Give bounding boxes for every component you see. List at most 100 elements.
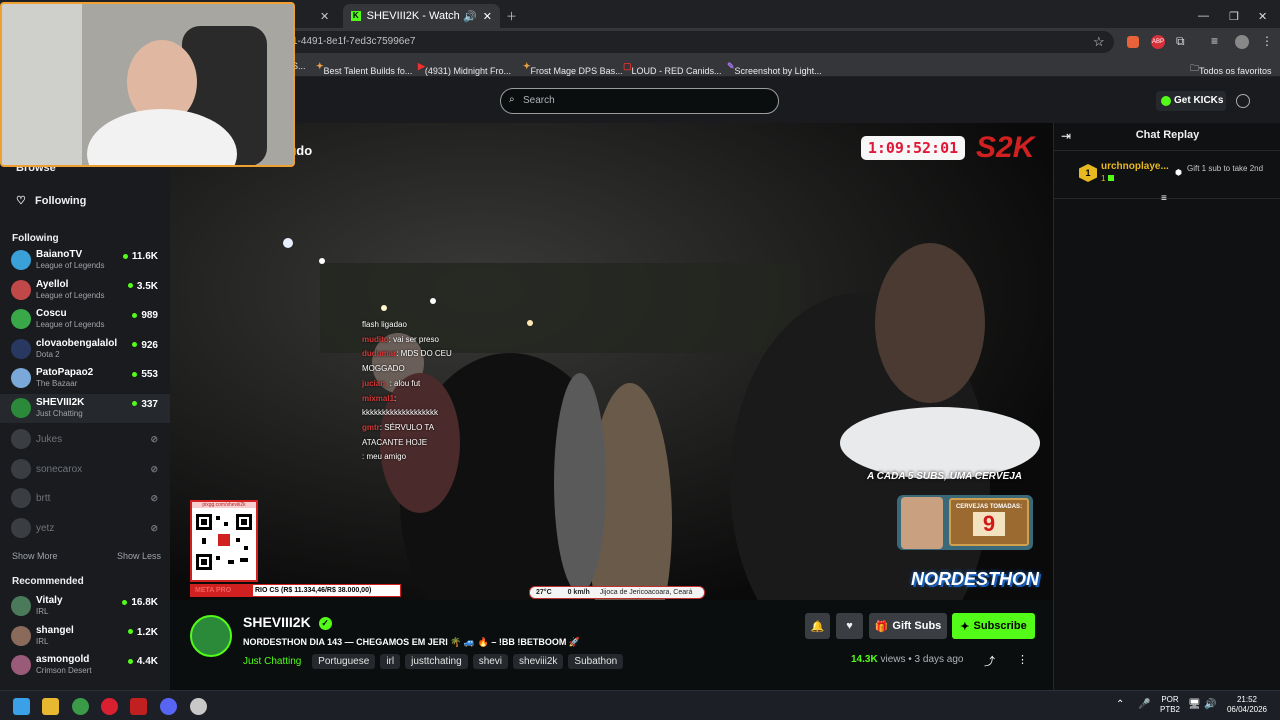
- bell-icon: 🔔: [810, 620, 825, 633]
- channel-category: Crimson Desert: [36, 666, 92, 675]
- tray-chevron-icon[interactable]: ⌃: [1116, 699, 1124, 710]
- sidebar-channel-item[interactable]: SHEVIII2K Just Chatting 337: [0, 393, 170, 423]
- profile-avatar-icon[interactable]: [1235, 35, 1249, 49]
- app-icon[interactable]: [190, 698, 207, 715]
- adblock-icon[interactable]: ABP: [1151, 35, 1165, 49]
- expand-leaderboard-icon[interactable]: ≡: [1161, 193, 1167, 204]
- sidebar-channel-item[interactable]: yetz ⊘: [0, 514, 170, 543]
- overlay-chat-user: jucian_: [362, 378, 390, 388]
- windows-start-icon[interactable]: [13, 698, 30, 715]
- overlay-chat-line: ATACANTE HOJE: [362, 438, 427, 447]
- viewer-count: 11.6K: [122, 251, 158, 262]
- gift-subs-button[interactable]: 🎁 Gift Subs: [869, 613, 947, 639]
- bookmark-item[interactable]: ✎ Screenshot by Light...: [727, 61, 822, 76]
- kebab-menu-icon[interactable]: ⋮: [1261, 34, 1273, 48]
- following-header: Following: [12, 233, 59, 244]
- search-input[interactable]: ⌕ Search: [500, 88, 779, 114]
- media-controls-icon[interactable]: ≡: [1211, 34, 1218, 48]
- following-nav[interactable]: ♡ Following: [16, 194, 86, 207]
- channel-avatar: [11, 338, 31, 359]
- tab-close-icon[interactable]: ✕: [320, 4, 340, 28]
- weather-bar: 27°C 0 km/h Jijoca de Jericoacoara, Cear…: [529, 586, 705, 599]
- viewer-count: 337: [132, 399, 158, 410]
- volume-icon[interactable]: 🔊: [1204, 699, 1216, 710]
- chrome-icon[interactable]: [72, 698, 89, 715]
- overlay-chat-text: : MDS DO CEU: [396, 349, 452, 359]
- star-icon[interactable]: ☆: [1093, 34, 1105, 50]
- channel-category: League of Legends: [36, 290, 105, 300]
- show-less-button[interactable]: Show Less: [117, 551, 161, 561]
- user-avatar-icon[interactable]: [1236, 94, 1250, 108]
- live-dot-icon: [132, 342, 138, 348]
- sidebar-channel-item[interactable]: asmongold Crimson Desert 4.4K: [0, 651, 170, 680]
- all-bookmarks-folder[interactable]: 🗀 Todos os favoritos: [1190, 61, 1272, 77]
- channel-avatar: [11, 397, 31, 418]
- weather-location: Jijoca de Jericoacoara, Ceará: [599, 589, 693, 596]
- sidebar-channel-item[interactable]: Ayellol League of Legends 3.5K: [0, 276, 170, 305]
- tab-close-icon[interactable]: ✕: [483, 10, 492, 23]
- window-close-icon[interactable]: ✕: [1258, 4, 1267, 28]
- bookmark-item[interactable]: ▢ LOUD - RED Canids...: [623, 61, 722, 76]
- channel-avatar[interactable]: [190, 615, 232, 657]
- notification-bell-button[interactable]: 🔔: [805, 613, 830, 639]
- bookmark-item[interactable]: ✦ Frost Mage DPS Bas...: [523, 61, 623, 76]
- sidebar-channel-item[interactable]: BaianoTV League of Legends 11.6K: [0, 246, 170, 275]
- overlay-chat-text: ATACANTE HOJE: [362, 437, 428, 447]
- follow-heart-button[interactable]: ♥: [836, 613, 863, 639]
- overlay-chat-user: mudito: [362, 334, 389, 344]
- bookmark-item[interactable]: ✦ Best Talent Builds fo...: [316, 61, 412, 76]
- sidebar-channel-item[interactable]: PatoPapao2 The Bazaar 553: [0, 364, 170, 393]
- channel-name: clovaobengalalol: [36, 337, 118, 349]
- offline-icon: ⊘: [150, 434, 158, 444]
- sidebar-channel-item[interactable]: brtt ⊘: [0, 484, 170, 513]
- top-gifter-name[interactable]: urchnoplaye...: [1101, 161, 1169, 172]
- share-icon[interactable]: ⤴: [984, 653, 995, 669]
- live-dot-icon: [132, 371, 138, 377]
- channel-name-text: SHEVIII2K: [243, 614, 311, 630]
- extension-fox-icon[interactable]: [1127, 36, 1139, 48]
- url-field[interactable]: 1-4491-8e1f-7ed3c75996e7: [270, 31, 1114, 53]
- category-link[interactable]: Just Chatting: [243, 656, 301, 667]
- sidebar-channel-item[interactable]: sonecarox ⊘: [0, 455, 170, 484]
- app-icon[interactable]: [130, 698, 147, 715]
- extensions-puzzle-icon[interactable]: ⧉: [1176, 34, 1185, 49]
- clock[interactable]: 21:52 06/04/2026: [1222, 695, 1272, 715]
- sidebar-channel-item[interactable]: Coscu League of Legends 989: [0, 305, 170, 334]
- speaker-icon[interactable]: 🔊: [463, 10, 477, 23]
- gift-cta[interactable]: Gift 1 sub to take 2nd: [1187, 164, 1277, 174]
- get-kicks-button[interactable]: Get KICKs: [1156, 91, 1226, 111]
- maximize-icon[interactable]: ❐: [1229, 4, 1239, 28]
- language-indicator[interactable]: POR PTB2: [1160, 695, 1180, 715]
- channel-category: IRL: [36, 607, 49, 616]
- sidebar-channel-item[interactable]: Vitaly IRL 16.8K: [0, 592, 170, 621]
- opera-icon[interactable]: [101, 698, 118, 715]
- sidebar-channel-item[interactable]: Jukes ⊘: [0, 425, 170, 454]
- stream-tag[interactable]: shevi: [472, 654, 509, 669]
- video-player[interactable]: tudo 1:09:52:01 S2K flash ligadao mudito:…: [170, 123, 1053, 600]
- bookmark-item[interactable]: ▶ (4931) Midnight Fro...: [418, 61, 511, 76]
- stream-tag[interactable]: Portuguese: [312, 654, 376, 669]
- show-more-button[interactable]: Show More: [12, 551, 58, 561]
- stream-tag[interactable]: Subathon: [568, 654, 624, 669]
- more-options-icon[interactable]: ⋮: [1017, 653, 1028, 666]
- new-tab-icon[interactable]: ＋: [506, 4, 517, 28]
- search-placeholder: Search: [523, 95, 555, 106]
- kick-favicon-icon: K: [351, 11, 361, 21]
- channel-name: brtt: [36, 493, 51, 504]
- stream-tag[interactable]: irl: [380, 654, 401, 669]
- discord-icon[interactable]: [160, 698, 177, 715]
- stream-tag[interactable]: justtchating: [405, 654, 468, 669]
- file-explorer-icon[interactable]: [42, 698, 59, 715]
- sidebar-channel-item[interactable]: clovaobengalalol Dota 2 926: [0, 335, 170, 364]
- subscribe-button[interactable]: ✦ Subscribe: [952, 613, 1035, 639]
- overlay-chat-line: flash ligadao: [362, 320, 407, 329]
- sidebar-channel-item[interactable]: shangel IRL 1.2K: [0, 622, 170, 651]
- overlay-chat-line: gmtr: SÉRVULO TA: [362, 423, 434, 432]
- stream-tag[interactable]: sheviii2k: [513, 654, 564, 669]
- tab-active[interactable]: K SHEVIII2K - Watch the VOD 🔊 ✕: [343, 4, 500, 28]
- minimize-icon[interactable]: —: [1198, 4, 1209, 28]
- microphone-icon[interactable]: 🎤: [1138, 699, 1150, 710]
- channel-name[interactable]: SHEVIII2K ✓: [243, 614, 332, 630]
- network-icon[interactable]: 🖥: [1188, 699, 1201, 710]
- channel-avatar: [11, 517, 31, 538]
